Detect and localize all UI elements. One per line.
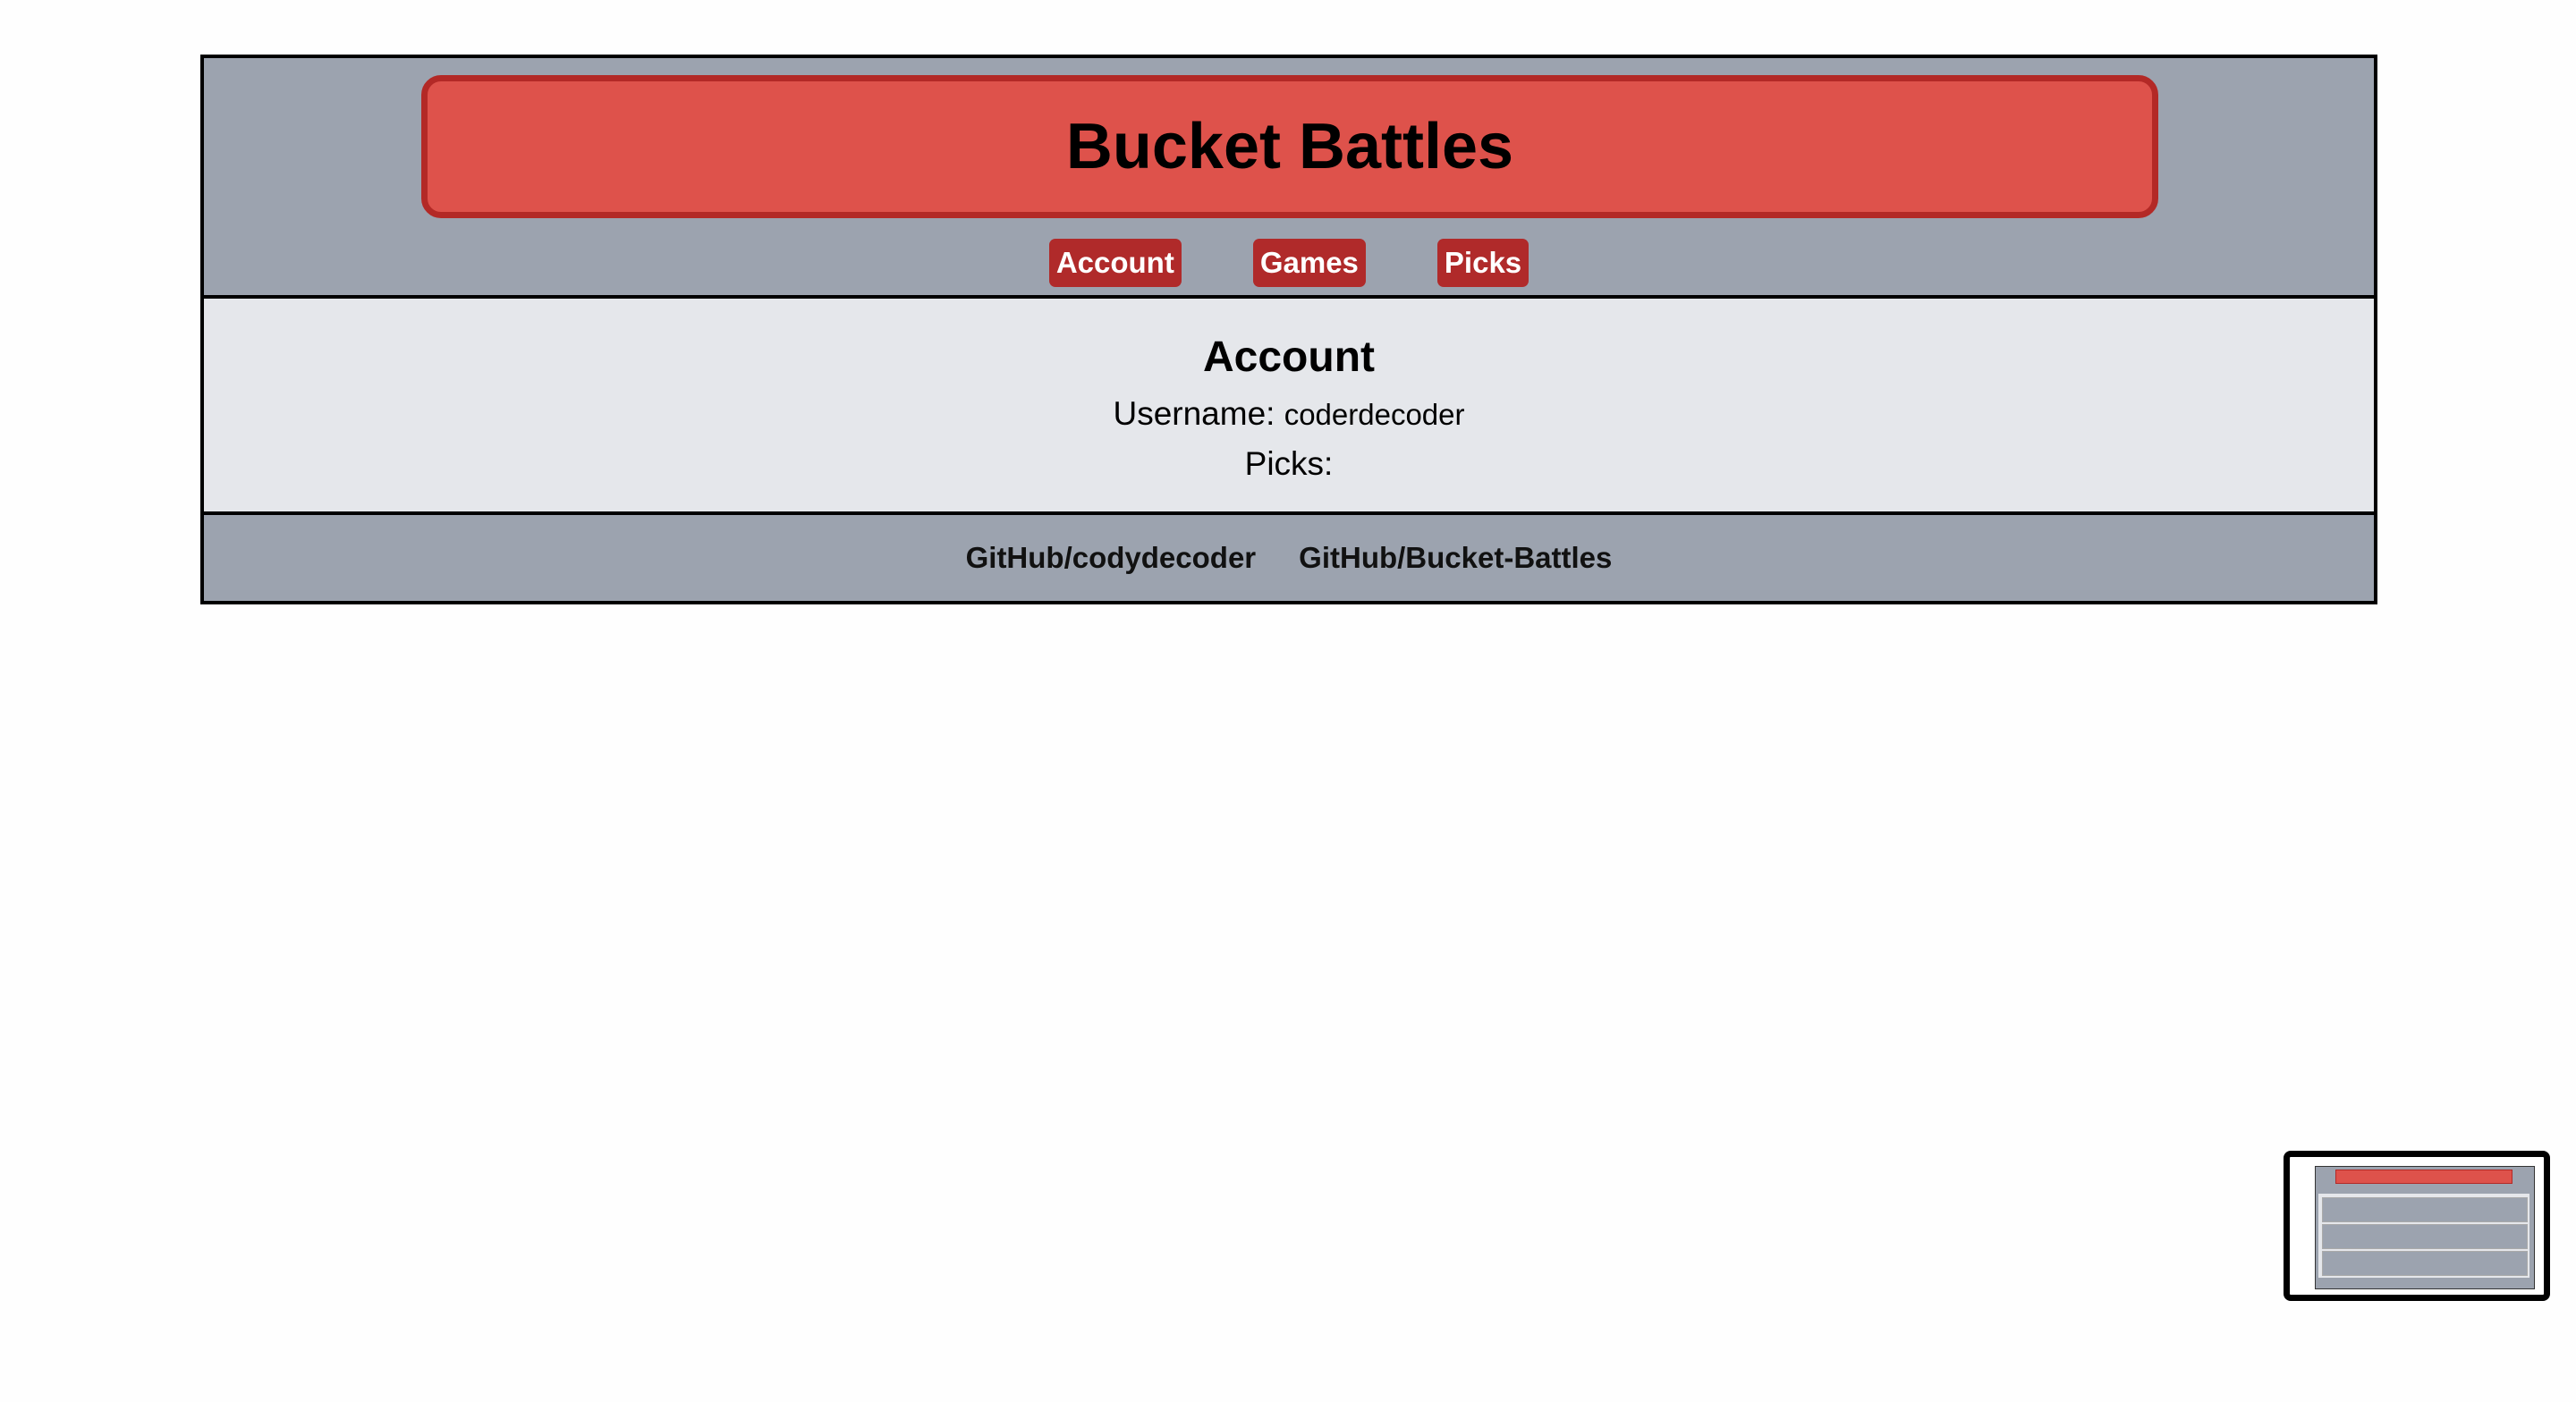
github-profile-link[interactable]: GitHub/codydecoder <box>966 541 1257 575</box>
page-thumbnail-preview[interactable] <box>2284 1151 2550 1301</box>
nav-games-button[interactable]: Games <box>1252 239 1366 287</box>
nav-picks-button[interactable]: Picks <box>1436 239 1530 287</box>
thumbnail-row <box>2322 1251 2528 1276</box>
github-repo-link[interactable]: GitHub/Bucket-Battles <box>1299 541 1612 575</box>
app-container: Bucket Battles Account Games Picks Accou… <box>200 55 2377 604</box>
username-value: coderdecoder <box>1284 398 1465 431</box>
thumbnail-row <box>2322 1224 2528 1249</box>
picks-row: Picks: <box>204 445 2374 483</box>
app-title: Bucket Battles <box>1065 111 1514 182</box>
thumbnail-page <box>2315 1166 2535 1289</box>
header: Bucket Battles Account Games Picks <box>204 58 2374 299</box>
thumbnail-title-bar <box>2335 1170 2512 1184</box>
footer: GitHub/codydecoder GitHub/Bucket-Battles <box>204 515 2374 601</box>
username-row: Username: coderdecoder <box>204 395 2374 433</box>
picks-label: Picks: <box>1244 445 1334 482</box>
thumbnail-content <box>2318 1194 2529 1278</box>
page-title: Account <box>1203 334 1375 381</box>
nav-account-button[interactable]: Account <box>1048 239 1182 287</box>
thumbnail-row <box>2322 1197 2528 1222</box>
account-panel: Account Username: coderdecoder Picks: <box>204 299 2374 515</box>
title-banner: Bucket Battles <box>421 75 2158 218</box>
username-label: Username: <box>1113 395 1275 432</box>
nav-bar: Account Games Picks <box>204 239 2374 287</box>
